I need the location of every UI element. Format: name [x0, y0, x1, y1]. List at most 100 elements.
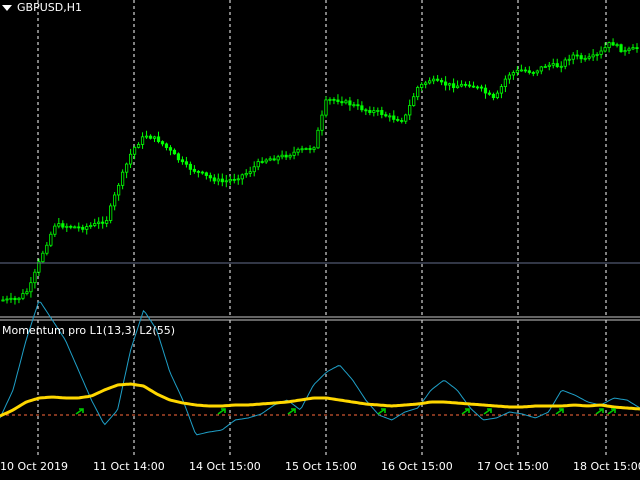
chart-window[interactable]: GBPUSD,H1 Momentum pro L1(13,3) L2(55) 1… [0, 0, 640, 480]
price-chart[interactable] [1, 38, 639, 305]
candle [5, 295, 9, 304]
candle [607, 41, 611, 53]
signal-arrow-icon [461, 408, 470, 415]
candle [619, 43, 623, 53]
candle [57, 218, 61, 229]
candle [280, 150, 284, 160]
candle [236, 174, 240, 185]
candle [220, 173, 224, 187]
candle [192, 165, 196, 174]
candle [284, 151, 288, 160]
candle [252, 161, 256, 177]
candle [467, 81, 472, 88]
candle [208, 172, 212, 182]
candle [45, 242, 49, 256]
candle [21, 289, 25, 301]
signal-arrow-icon [595, 408, 604, 415]
candle [105, 216, 109, 228]
candle [440, 77, 444, 86]
candle [65, 223, 69, 232]
candle [212, 174, 216, 185]
grid-layer [37, 0, 607, 457]
candle [455, 80, 460, 89]
candle [168, 145, 173, 156]
candle [408, 99, 412, 121]
symbol-label: GBPUSD,H1 [17, 1, 82, 14]
candle [260, 157, 264, 164]
candle [156, 131, 161, 144]
candle [499, 84, 504, 99]
candle [388, 113, 392, 122]
candle [304, 147, 308, 151]
candle [240, 173, 244, 185]
candle [184, 156, 189, 168]
candle [196, 170, 200, 178]
chart-canvas[interactable] [0, 0, 640, 480]
candle [17, 296, 21, 304]
candle [85, 223, 89, 235]
candle [611, 38, 615, 47]
candle [400, 117, 404, 124]
candle [591, 49, 595, 61]
candle [320, 110, 324, 136]
candle [53, 223, 57, 237]
candle [13, 295, 17, 305]
candle [89, 222, 93, 229]
candle [256, 158, 260, 171]
candle [595, 52, 599, 61]
candle [292, 146, 296, 160]
candle [563, 57, 567, 70]
candle [336, 94, 340, 105]
indicator-title[interactable]: Momentum pro L1(13,3) L2(55) [2, 324, 175, 338]
candle [152, 135, 157, 143]
candle [276, 154, 280, 165]
candle [204, 171, 208, 180]
candle [332, 97, 336, 105]
candle [140, 132, 145, 149]
candle [627, 46, 631, 54]
candle [495, 90, 500, 100]
candle [340, 96, 344, 106]
candle [444, 76, 448, 91]
candle [531, 70, 535, 77]
dropdown-triangle-icon[interactable] [2, 5, 12, 11]
time-axis-label: 11 Oct 14:00 [93, 460, 165, 473]
candle [312, 146, 316, 153]
candle [93, 218, 97, 228]
candle [523, 66, 527, 73]
candle [559, 61, 563, 73]
candle [324, 96, 328, 118]
candle [396, 116, 400, 122]
candle [49, 231, 53, 248]
candle [117, 183, 121, 201]
candle [37, 258, 41, 276]
candle [420, 82, 424, 92]
symbol-title[interactable]: GBPUSD,H1 [2, 1, 82, 15]
candle [264, 158, 268, 164]
candle [424, 80, 428, 89]
candle [41, 250, 45, 264]
candle [160, 140, 165, 147]
candle [567, 54, 571, 66]
candle [599, 46, 603, 59]
candle [188, 161, 193, 175]
candle [447, 82, 452, 91]
candle [128, 148, 133, 168]
candle [539, 65, 543, 75]
candle [272, 155, 276, 162]
candle [144, 130, 149, 139]
candle [392, 110, 396, 123]
candle [428, 77, 432, 85]
signal-arrow-icon [483, 408, 492, 415]
candle [527, 66, 531, 75]
candle [344, 98, 348, 105]
candle [479, 84, 484, 92]
candle [384, 111, 388, 118]
signal-arrow-icon [555, 408, 564, 415]
candle [268, 156, 272, 162]
candle [635, 43, 639, 53]
candle [356, 99, 360, 110]
candle [109, 203, 113, 224]
candle [125, 162, 129, 179]
candle [300, 145, 304, 153]
